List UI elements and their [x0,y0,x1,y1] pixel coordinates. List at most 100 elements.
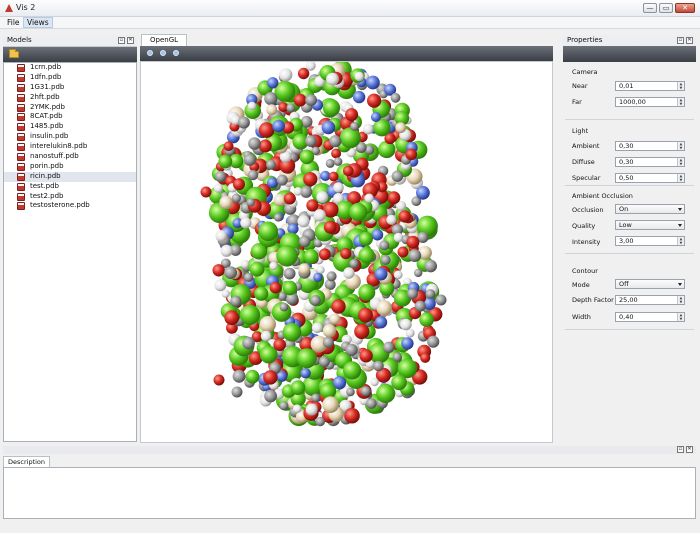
atom-sphere [200,186,212,198]
atom-sphere [354,71,364,82]
ambient-label: Ambient [572,142,600,150]
file-list-item[interactable]: insulin.pdb [4,132,136,142]
menu-file[interactable]: File [4,18,23,27]
file-list-item[interactable]: 1485.pdb [4,122,136,132]
atom-sphere [343,267,355,279]
atom-sphere [376,300,392,316]
far-label: Far [572,98,582,106]
opengl-viewport[interactable] [140,61,553,443]
atom-sphere [273,338,286,352]
spin-arrows-icon[interactable]: ▲ ▼ [677,174,684,182]
atom-sphere [247,169,259,181]
tab-description[interactable]: Description [3,456,51,467]
close-icon[interactable]: ✕ [127,37,134,44]
atom-sphere [223,141,234,152]
occlusion-select[interactable]: On [615,204,685,214]
atom-sphere [358,247,375,264]
file-list-item[interactable]: test.pdb [4,182,136,192]
mode-select[interactable]: Off [615,279,685,289]
menu-views[interactable]: Views [23,17,53,28]
atom-sphere [360,386,371,397]
file-list-item[interactable]: nanostuff.pdb [4,152,136,162]
atom-sphere [376,383,396,404]
tab-opengl[interactable]: OpenGL [141,34,188,46]
file-list-item[interactable]: test2.pdb [4,192,136,202]
far-spinbox[interactable]: 1000,00 ▲ ▼ [615,97,685,107]
rotate-tool-icon[interactable] [147,50,153,56]
close-icon[interactable]: ✕ [686,37,693,44]
description-text-area[interactable] [3,467,696,519]
occlusion-label: Occlusion [572,206,604,214]
atom-sphere [230,295,242,307]
atom-sphere [297,67,310,80]
mode-label: Mode [572,281,590,289]
model-file-list[interactable]: 1crn.pdb 1dfn.pdb 1G31.pdb 2hft.pdb 2YMK.pdb… [3,62,137,442]
near-label: Near [572,82,588,90]
file-list-item[interactable]: 2YMK.pdb [4,103,136,113]
depth-factor-spinbox[interactable]: 25,00 ▲ ▼ [615,295,685,305]
atom-sphere [260,330,272,342]
atom-sphere [215,230,227,242]
file-list-item[interactable]: 1dfn.pdb [4,73,136,83]
float-icon[interactable]: ▫ [677,37,684,44]
atom-sphere [259,316,276,333]
atom-sphere [310,295,321,306]
pan-tool-icon[interactable] [173,50,179,56]
file-name: interelukin8.pdb [30,142,88,151]
file-list-item[interactable]: 1G31.pdb [4,83,136,93]
atom-sphere [303,249,319,264]
atom-sphere [279,68,293,82]
atom-sphere [379,240,390,251]
quality-select[interactable]: Low [615,220,685,230]
specular-spinbox[interactable]: 0,50 ▲ ▼ [615,173,685,183]
atom-sphere [373,360,384,372]
file-list-item[interactable]: ricin.pdb [4,171,136,182]
atom-sphere [414,268,423,278]
atom-sphere [326,271,337,282]
file-list-item[interactable]: interelukin8.pdb [4,142,136,152]
diffuse-spinbox[interactable]: 0,30 ▲ ▼ [615,157,685,167]
file-list-item[interactable]: 8CAT.pdb [4,112,136,122]
pdb-file-icon [17,83,25,92]
file-name: 2hft.pdb [30,92,60,101]
atom-sphere [350,122,359,131]
spin-arrows-icon[interactable]: ▲ ▼ [677,296,684,304]
file-list-item[interactable]: porin.pdb [4,162,136,172]
file-name: insulin.pdb [30,132,69,141]
spin-arrows-icon[interactable]: ▲ ▼ [677,98,684,106]
near-spinbox[interactable]: 0,01 ▲ ▼ [615,81,685,91]
file-list-item[interactable]: 2hft.pdb [4,93,136,103]
spin-arrows-icon[interactable]: ▲ ▼ [677,158,684,166]
spin-arrows-icon[interactable]: ▲ ▼ [677,313,684,321]
intensity-spinbox[interactable]: 3,00 ▲ ▼ [615,236,685,246]
atom-sphere [405,148,418,161]
open-folder-icon[interactable] [9,49,19,58]
minimize-button[interactable]: — [643,3,657,13]
float-icon[interactable]: ▫ [677,446,684,453]
description-dock-header: ▫ ✕ [3,446,696,454]
file-list-item[interactable]: testosterone.pdb [4,201,136,211]
atom-sphere [358,283,376,301]
atom-sphere [319,382,337,400]
atom-sphere [221,289,230,298]
atom-sphere [322,336,334,348]
atom-sphere [215,170,227,183]
close-icon[interactable]: ✕ [686,446,693,453]
spin-arrows-icon[interactable]: ▲ ▼ [677,142,684,150]
diffuse-value: 0,30 [619,158,634,166]
spin-arrows-icon[interactable]: ▲ ▼ [677,82,684,90]
atom-sphere [292,404,302,414]
atom-sphere [296,348,317,369]
maximize-button[interactable]: ▭ [659,3,673,13]
atom-sphere [214,279,227,292]
close-button[interactable]: ✕ [675,3,695,13]
ambient-spinbox[interactable]: 0,30 ▲ ▼ [615,141,685,151]
width-spinbox[interactable]: 0,40 ▲ ▼ [615,312,685,322]
atom-sphere [276,174,288,186]
zoom-tool-icon[interactable] [160,50,166,56]
file-list-item[interactable]: 1crn.pdb [4,63,136,73]
atom-sphere [424,259,438,273]
float-icon[interactable]: ▫ [118,37,125,44]
spin-arrows-icon[interactable]: ▲ ▼ [677,237,684,245]
atom-sphere [305,135,317,147]
